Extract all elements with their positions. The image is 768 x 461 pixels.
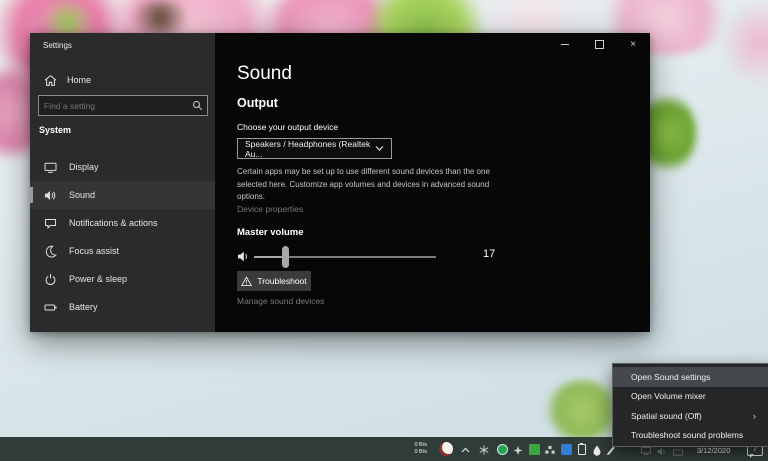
section-title: Output <box>237 96 278 110</box>
drop-icon[interactable] <box>592 445 602 455</box>
volume-slider-fill <box>254 256 285 258</box>
chevron-up-icon[interactable] <box>460 445 470 455</box>
sidebar-item-label: Sound <box>69 190 95 200</box>
sidebar-item-display[interactable]: Display <box>30 153 215 181</box>
menu-item-open-sound-settings[interactable]: Open Sound settings <box>613 367 768 387</box>
battery-icon[interactable] <box>577 444 587 454</box>
volume-value: 17 <box>483 248 495 260</box>
display-icon <box>44 161 57 174</box>
close-button[interactable]: × <box>616 33 650 56</box>
notifications-icon <box>44 217 57 230</box>
net-speed-up: 0 B/s <box>403 442 427 449</box>
troubleshoot-button[interactable]: Troubleshoot <box>237 271 311 291</box>
minimize-icon <box>561 44 569 45</box>
volume-slider-thumb[interactable] <box>282 246 289 268</box>
troubleshoot-label: Troubleshoot <box>257 276 306 286</box>
keyboard-tray-icon[interactable] <box>673 447 683 457</box>
device-properties-link[interactable]: Device properties <box>237 204 303 214</box>
monitor-tray-icon[interactable] <box>641 446 651 456</box>
sidebar-item-battery[interactable]: Battery <box>30 293 215 321</box>
search-box[interactable] <box>38 95 208 116</box>
menu-item-label: Troubleshoot sound problems <box>631 430 743 440</box>
search-input[interactable] <box>39 101 192 111</box>
sidebar-section-label: System <box>39 125 71 135</box>
four-point-star-icon[interactable] <box>513 445 523 455</box>
close-icon: × <box>630 40 636 50</box>
green-circle-icon[interactable] <box>497 444 508 455</box>
notification-count-badge: 7 <box>753 446 757 453</box>
green-square-icon[interactable] <box>529 444 540 455</box>
sidebar-item-label: Focus assist <box>69 246 119 256</box>
sidebar-item-home[interactable]: Home <box>38 69 213 91</box>
menu-item-troubleshoot-sound[interactable]: Troubleshoot sound problems <box>613 426 768 446</box>
sidebar-item-label: Power & sleep <box>69 274 127 284</box>
asterisk-icon[interactable] <box>479 445 489 455</box>
sidebar-item-label: Battery <box>69 302 98 312</box>
manage-sound-devices-link[interactable]: Manage sound devices <box>237 296 324 306</box>
battery-icon <box>44 301 57 314</box>
menu-item-spatial-sound[interactable]: Spatial sound (Off) › <box>613 406 768 426</box>
desktop: Sound Output Choose your output device S… <box>0 0 768 461</box>
window-title: Settings <box>43 41 72 50</box>
master-volume-slider[interactable]: 17 <box>237 246 497 268</box>
output-device-value: Speakers / Headphones (Realtek Au... <box>245 139 375 159</box>
sidebar-item-label: Display <box>69 162 99 172</box>
output-device-label: Choose your output device <box>237 122 338 132</box>
search-icon[interactable] <box>192 100 203 111</box>
net-speed-indicator[interactable]: 0 B/s 0 B/s <box>403 442 427 456</box>
minimize-button[interactable] <box>548 33 582 56</box>
window-caption-buttons: × <box>548 33 650 56</box>
settings-content-panel: Sound Output Choose your output device S… <box>215 33 650 332</box>
taskbar-date[interactable]: 3/12/2020 <box>697 446 730 455</box>
sidebar-item-notifications[interactable]: Notifications & actions <box>30 209 215 237</box>
master-volume-label: Master volume <box>237 227 304 238</box>
moon-icon <box>44 245 57 258</box>
speaker-icon <box>44 189 57 202</box>
chevron-down-icon <box>375 145 384 152</box>
warning-icon <box>241 276 252 287</box>
settings-window: Sound Output Choose your output device S… <box>30 33 650 332</box>
home-icon <box>44 74 57 87</box>
home-label: Home <box>67 75 91 85</box>
sidebar-item-sound[interactable]: Sound <box>30 181 215 209</box>
sound-context-menu: Open Sound settings Open Volume mixer Sp… <box>612 363 768 447</box>
output-device-dropdown[interactable]: Speakers / Headphones (Realtek Au... <box>237 138 392 159</box>
menu-item-label: Spatial sound (Off) <box>631 411 702 421</box>
volume-tray-icon[interactable] <box>657 446 667 456</box>
volume-slider-track[interactable] <box>254 256 436 258</box>
sidebar-item-power-sleep[interactable]: Power & sleep <box>30 265 215 293</box>
menu-item-label: Open Volume mixer <box>631 391 706 401</box>
chevron-right-icon: › <box>753 411 756 421</box>
output-description: Certain apps may be set up to use differ… <box>237 166 490 204</box>
maximize-button[interactable] <box>582 33 616 56</box>
blue-square-icon[interactable] <box>561 444 572 455</box>
triple-dot-icon[interactable] <box>545 445 555 455</box>
menu-item-label: Open Sound settings <box>631 372 710 382</box>
sidebar-item-focus-assist[interactable]: Focus assist <box>30 237 215 265</box>
settings-sidebar: Settings Home System Displ <box>30 33 215 332</box>
net-speed-down: 0 B/s <box>403 449 427 456</box>
page-title: Sound <box>237 63 292 85</box>
sidebar-item-label: Notifications & actions <box>69 218 158 228</box>
power-icon <box>44 273 57 286</box>
moon-icon[interactable] <box>439 442 453 456</box>
maximize-icon <box>595 40 604 49</box>
speaker-icon[interactable] <box>237 250 250 268</box>
menu-item-open-volume-mixer[interactable]: Open Volume mixer <box>613 387 768 407</box>
sidebar-nav: Display Sound Notifications & actions <box>30 153 215 321</box>
